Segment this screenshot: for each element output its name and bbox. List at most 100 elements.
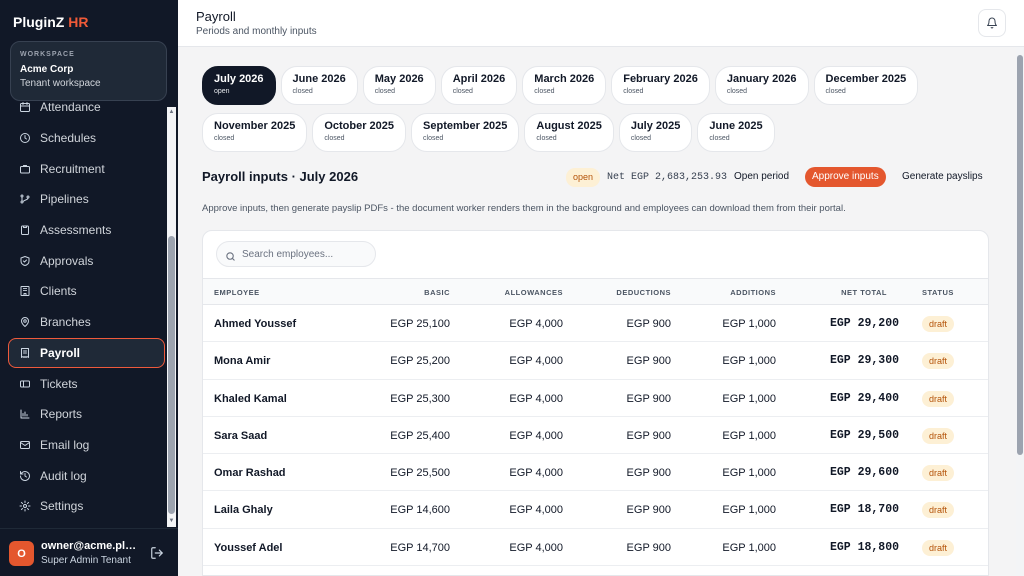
period-chip[interactable]: February 2026 closed (611, 66, 710, 105)
scroll-down-arrow-icon[interactable]: ▼ (168, 518, 175, 525)
period-chip[interactable]: December 2025 closed (813, 66, 919, 105)
sidebar-item-clients[interactable]: Clients (8, 276, 165, 307)
sidebar-item-label: Payroll (40, 345, 81, 360)
sidebar-item-tickets[interactable]: Tickets (8, 368, 165, 399)
sidebar-scrollbar[interactable]: ▲ ▼ (167, 107, 176, 527)
period-chip[interactable]: May 2026 closed (362, 66, 436, 105)
column-status: STATUS (922, 288, 954, 297)
period-chip[interactable]: January 2026 closed (714, 66, 809, 105)
sidebar-item-approvals[interactable]: Approvals (8, 245, 165, 276)
period-selector: July 2026 open June 2026 closed May 2026 clos… (202, 66, 1007, 160)
sidebar-item-payroll[interactable]: Payroll (8, 337, 165, 369)
sidebar-item-schedules[interactable]: Schedules (8, 123, 165, 154)
ticket-icon (19, 378, 31, 390)
cell-net: EGP 29,400 (829, 391, 899, 405)
help-text: Approve inputs, then generate payslip PD… (202, 203, 846, 214)
sidebar-item-recruitment[interactable]: Recruitment (8, 153, 165, 184)
period-chip[interactable]: August 2025 closed (524, 113, 614, 152)
table-row[interactable]: Omar Rashad EGP 25,500 EGP 4,000 EGP 900 EGP… (203, 454, 988, 492)
period-chip[interactable]: April 2026 closed (440, 66, 518, 105)
period-chip[interactable]: October 2025 closed (312, 113, 407, 152)
table-row[interactable]: Sara Saad EGP 25,400 EGP 4,000 EGP 900 EGP 1… (203, 417, 988, 455)
calendar-icon (19, 102, 31, 113)
scroll-up-arrow-icon[interactable]: ▲ (168, 109, 175, 116)
table-row[interactable]: Mona Amir EGP 25,200 EGP 4,000 EGP 900 EGP 1… (203, 342, 988, 380)
main-scrollbar[interactable] (1016, 47, 1024, 576)
cell-additions: EGP 1,000 (722, 392, 776, 405)
table-row[interactable]: Youssef Adel EGP 14,700 EGP 4,000 EGP 900 EG… (203, 529, 988, 567)
sidebar-item-pipelines[interactable]: Pipelines (8, 184, 165, 215)
building-icon (19, 285, 31, 297)
sidebar-item-label: Branches (40, 315, 91, 330)
cell-additions: EGP 1,000 (722, 504, 776, 517)
sidebar-item-label: Audit log (40, 468, 87, 483)
period-state: closed (292, 88, 313, 95)
sidebar-item-assessments[interactable]: Assessments (8, 215, 165, 246)
cell-basic: EGP 25,500 (390, 467, 450, 480)
table-row[interactable]: Laila Ghaly EGP 14,600 EGP 4,000 EGP 900 EGP… (203, 491, 988, 529)
period-month: December 2025 (825, 73, 907, 85)
sidebar-item-attendance[interactable]: Attendance (8, 102, 165, 123)
clock-icon (19, 132, 31, 144)
sidebar-item-label: Tickets (40, 376, 78, 391)
logout-icon[interactable] (150, 546, 164, 560)
workspace-subtitle: Tenant workspace (20, 78, 101, 89)
table-row[interactable]: Ahmed Youssef EGP 25,100 EGP 4,000 EGP 900 E… (203, 305, 988, 343)
sidebar-item-label: Settings (40, 499, 84, 514)
receipt-icon (19, 347, 31, 359)
period-state: closed (374, 88, 395, 95)
period-state: closed (534, 88, 555, 95)
cell-deductions: EGP 900 (626, 392, 671, 405)
period-chip[interactable]: June 2026 closed (280, 66, 358, 105)
period-chip[interactable]: July 2025 closed (618, 113, 693, 152)
brand-logo[interactable]: PluginZ HR (13, 14, 88, 30)
sidebar-item-branches[interactable]: Branches (8, 307, 165, 338)
table-body: Ahmed Youssef EGP 25,100 EGP 4,000 EGP 900 E… (203, 305, 988, 567)
open-period-button[interactable]: Open period (727, 167, 796, 187)
cell-net: EGP 29,600 (829, 466, 899, 480)
period-state: closed (324, 135, 345, 142)
sidebar-item-email-log[interactable]: Email log (8, 430, 165, 461)
cell-allowances: EGP 4,000 (509, 318, 563, 330)
cell-net: EGP 29,500 (829, 428, 899, 442)
period-row: July 2026 open June 2026 closed May 2026 clos… (202, 66, 1007, 105)
search-box[interactable] (216, 241, 376, 267)
generate-payslips-button[interactable]: Generate payslips (895, 167, 990, 187)
workspace-switcher[interactable]: WORKSPACE Acme Corp Tenant workspace (10, 41, 167, 101)
workspace-tag: WORKSPACE (20, 51, 75, 58)
period-state: closed (825, 88, 846, 95)
period-chip[interactable]: September 2025 closed (411, 113, 520, 152)
cell-basic: EGP 25,100 (390, 318, 450, 330)
column-employee: EMPLOYEE (214, 288, 260, 297)
sidebar-scroll-thumb[interactable] (168, 236, 175, 514)
period-chip[interactable]: March 2026 closed (522, 66, 607, 105)
cell-deductions: EGP 900 (626, 467, 671, 480)
sidebar-item-label: Approvals (40, 253, 94, 268)
period-chip[interactable]: June 2025 closed (697, 113, 775, 152)
period-month: April 2026 (452, 73, 506, 85)
column-basic: BASIC (424, 288, 450, 297)
sidebar-item-audit-log[interactable]: Audit log (8, 460, 165, 491)
workspace-name: Acme Corp (20, 64, 74, 75)
period-chip[interactable]: November 2025 closed (202, 113, 308, 152)
sidebar-item-settings[interactable]: Settings (8, 491, 165, 522)
search-input[interactable] (242, 248, 372, 260)
user-email: owner@acme.pluginzhr (41, 540, 141, 552)
sidebar-item-label: Pipelines (40, 192, 89, 207)
period-state: closed (726, 88, 748, 95)
table-row[interactable]: Khaled Kamal EGP 25,300 EGP 4,000 EGP 900 EG… (203, 380, 988, 417)
sidebar-item-label: Assessments (40, 223, 112, 238)
cell-additions: EGP 1,000 (722, 429, 776, 442)
user-profile[interactable]: O owner@acme.pluginzhr Super Admin Tenan… (0, 528, 178, 576)
cell-employee: Youssef Adel (214, 541, 283, 554)
cell-employee: Khaled Kamal (214, 392, 287, 405)
main-scroll-thumb[interactable] (1017, 55, 1023, 455)
mail-icon (19, 439, 31, 451)
page-title: Payroll (196, 9, 236, 24)
approve-inputs-button[interactable]: Approve inputs (805, 167, 886, 187)
notifications-button[interactable] (978, 9, 1006, 37)
payroll-table-card: EMPLOYEE BASIC ALLOWANCES DEDUCTIONS ADD… (202, 230, 989, 576)
period-chip[interactable]: July 2026 open (202, 66, 276, 105)
cell-employee: Mona Amir (214, 355, 271, 368)
sidebar-item-reports[interactable]: Reports (8, 399, 165, 430)
